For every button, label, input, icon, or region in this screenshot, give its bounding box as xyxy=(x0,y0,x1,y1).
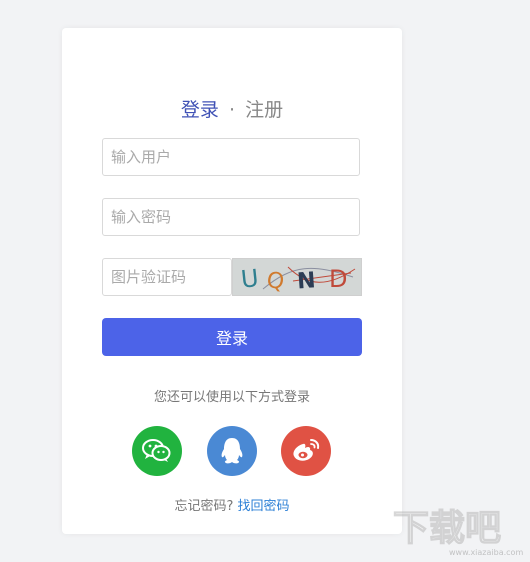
watermark-logo: 下载吧 www.xiazaiba.com xyxy=(391,500,526,558)
wechat-login-button[interactable] xyxy=(132,426,182,476)
recover-password-link[interactable]: 找回密码 xyxy=(238,499,290,514)
captcha-graphic: U Q N D xyxy=(233,259,361,295)
password-input[interactable] xyxy=(102,198,360,236)
tab-separator: · xyxy=(229,99,235,121)
login-card: 登录 · 注册 U Q N D 登录 您还可以使用以下方式登录 xyxy=(62,28,402,534)
qq-login-button[interactable] xyxy=(207,426,257,476)
alt-login-text: 您还可以使用以下方式登录 xyxy=(62,386,402,405)
login-button[interactable]: 登录 xyxy=(102,318,362,356)
qq-penguin-icon xyxy=(220,437,244,465)
weibo-login-button[interactable] xyxy=(281,426,331,476)
watermark-url: www.xiazaiba.com xyxy=(449,548,523,557)
wechat-icon xyxy=(142,438,172,464)
tab-login[interactable]: 登录 xyxy=(181,99,219,121)
forgot-password-row: 忘记密码? 找回密码 xyxy=(62,495,402,514)
username-input[interactable] xyxy=(102,138,360,176)
captcha-char-3: N xyxy=(296,268,316,294)
xiazaiba-watermark: 下载吧 www.xiazaiba.com xyxy=(391,500,526,558)
tab-register[interactable]: 注册 xyxy=(245,99,283,121)
forgot-password-text: 忘记密码? xyxy=(174,499,233,514)
auth-tabs: 登录 · 注册 xyxy=(62,96,402,124)
captcha-image[interactable]: U Q N D xyxy=(232,258,362,296)
captcha-char-4: D xyxy=(329,265,347,293)
captcha-input[interactable] xyxy=(102,258,232,296)
watermark-text: 下载吧 xyxy=(393,508,501,549)
captcha-char-1: U xyxy=(240,264,260,294)
captcha-char-2: Q xyxy=(265,268,286,295)
weibo-icon xyxy=(291,438,321,464)
